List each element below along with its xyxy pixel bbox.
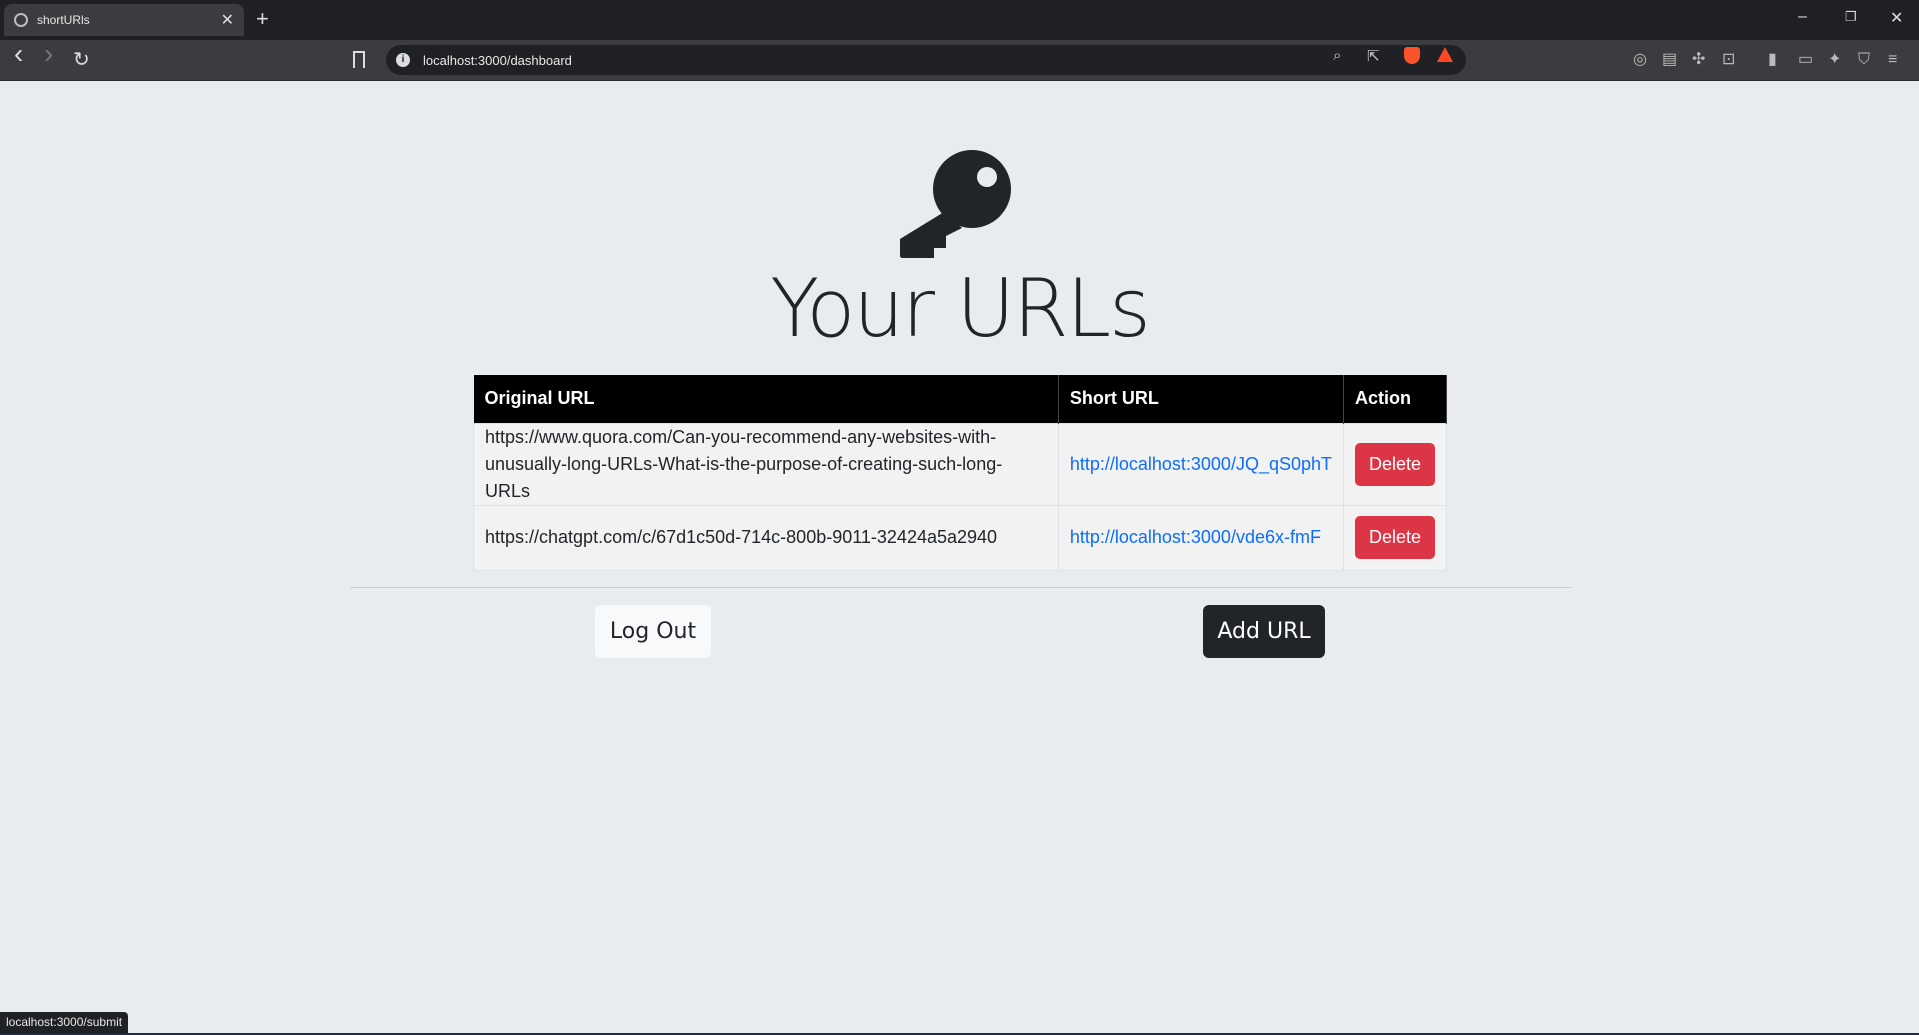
status-bar-url: localhost:3000/submit (0, 1012, 129, 1033)
table-row: https://chatgpt.com/c/67d1c50d-714c-800b… (473, 504, 1447, 571)
divider (350, 587, 1571, 588)
minimize-button[interactable]: – (1798, 8, 1807, 26)
screenshot-icon[interactable]: ⊡ (1722, 50, 1735, 70)
globe-icon (14, 13, 28, 27)
compass-icon[interactable]: ◎ (1633, 50, 1647, 70)
short-url-link[interactable]: http://localhost:3000/JQ_qS0phT (1070, 454, 1332, 474)
original-url-cell: https://www.quora.com/Can-you-recommend-… (473, 422, 1059, 506)
browser-toolbar: ‹ › ↻ i localhost:3000/dashboard ⌕ ⇱ ◎ ▤… (0, 40, 1919, 81)
address-bar[interactable]: i localhost:3000/dashboard (386, 45, 1466, 75)
action-cell: Delete (1343, 422, 1447, 506)
action-cell: Delete (1343, 504, 1447, 571)
browser-tab-bar: shortURls ✕ + – ❐ ✕ (0, 0, 1919, 40)
page-title: Your URLs (770, 262, 1151, 355)
short-url-cell: http://localhost:3000/JQ_qS0phT (1057, 422, 1345, 506)
close-window-button[interactable]: ✕ (1890, 8, 1903, 28)
bookmark-icon[interactable] (353, 51, 365, 68)
header-action: Action (1343, 375, 1447, 423)
delete-button[interactable]: Delete (1355, 442, 1435, 486)
extensions-icon[interactable]: ✣ (1692, 50, 1705, 70)
browser-tab[interactable]: shortURls ✕ (4, 4, 244, 36)
logout-button[interactable]: Log Out (595, 605, 711, 658)
sidebar-icon[interactable]: ▮ (1768, 50, 1777, 70)
site-info-icon[interactable]: i (396, 53, 410, 67)
reload-button[interactable]: ↻ (73, 48, 90, 72)
original-url-line: https://www.quora.com/Can-you-recommend-… (485, 426, 997, 447)
urls-table: Original URL Short URL Action https://ww… (473, 375, 1447, 571)
brave-rewards-icon[interactable] (1437, 47, 1453, 62)
brave-shields-icon[interactable] (1404, 47, 1420, 64)
wallet-icon[interactable]: ▭ (1798, 50, 1813, 70)
original-url-cell: https://chatgpt.com/c/67d1c50d-714c-800b… (473, 504, 1059, 571)
new-tab-button[interactable]: + (256, 6, 269, 32)
add-url-button[interactable]: Add URL (1203, 605, 1325, 658)
short-url-cell: http://localhost:3000/vde6x-fmF (1057, 504, 1345, 571)
header-short-url: Short URL (1058, 375, 1345, 423)
close-tab-icon[interactable]: ✕ (221, 10, 234, 30)
tab-title: shortURls (37, 13, 90, 27)
header-original-url: Original URL (473, 375, 1059, 423)
folder-icon[interactable]: ▤ (1662, 50, 1677, 70)
menu-icon[interactable]: ≡ (1888, 50, 1897, 70)
share-icon[interactable]: ⇱ (1367, 47, 1380, 65)
original-url-line: https://chatgpt.com/c/67d1c50d-714c-800b… (485, 527, 998, 547)
table-row: https://www.quora.com/Can-you-recommend-… (473, 422, 1447, 506)
back-button[interactable]: ‹ (14, 40, 23, 68)
forward-button[interactable]: › (44, 40, 53, 68)
key-icon (900, 150, 1011, 258)
original-url-line: unusually-long-URLs-What-is-the-purpose-… (485, 453, 1003, 501)
delete-button[interactable]: Delete (1355, 516, 1435, 559)
zoom-icon[interactable]: ⌕ (1333, 47, 1341, 64)
leo-ai-icon[interactable]: ✦ (1828, 50, 1841, 70)
short-url-link[interactable]: http://localhost:3000/vde6x-fmF (1070, 527, 1321, 547)
restore-button[interactable]: ❐ (1845, 9, 1857, 25)
table-header-row: Original URL Short URL Action (473, 375, 1447, 423)
vpn-icon[interactable]: ⛉ (1858, 50, 1870, 70)
address-text[interactable]: localhost:3000/dashboard (423, 53, 572, 68)
